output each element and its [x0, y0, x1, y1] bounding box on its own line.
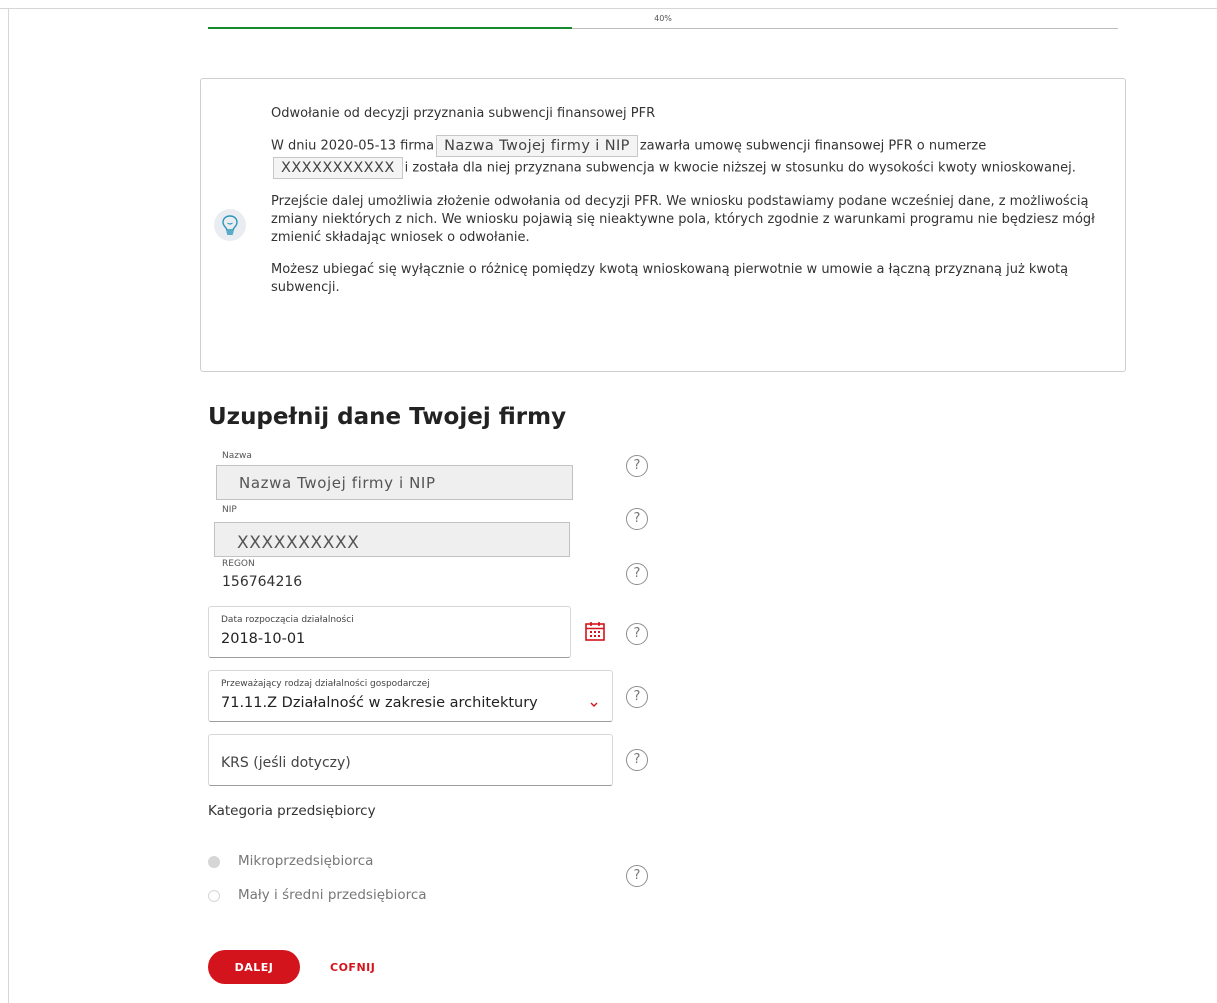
contract-number-chip: XXXXXXXXXXX: [273, 157, 403, 179]
start-date-help-icon[interactable]: ?: [626, 623, 648, 645]
chevron-down-icon[interactable]: [589, 700, 599, 708]
nip-value: XXXXXXXXXX: [237, 533, 360, 553]
start-date-value: 2018-10-01: [221, 631, 306, 647]
radio-micro-label: Mikroprzedsiębiorca: [238, 853, 374, 869]
name-help-icon[interactable]: ?: [626, 455, 648, 477]
info-box: Odwołanie od decyzji przyznania subwencj…: [200, 78, 1126, 372]
info-paragraph-appeal: Przejście dalej umożliwia złożenie odwoł…: [271, 194, 1095, 245]
left-border: [8, 8, 9, 1003]
info-text-contract: zawarła umowę subwencji finansowej PFR o…: [639, 138, 987, 154]
regon-help-icon[interactable]: ?: [626, 563, 648, 585]
lightbulb-icon: [214, 209, 246, 241]
back-button[interactable]: COFNIJ: [320, 950, 385, 984]
progress-bar: 40%: [208, 14, 1118, 36]
section-heading: Uzupełnij dane Twojej firmy: [208, 404, 567, 430]
start-date-label: Data rozpoczącia działalności: [221, 615, 354, 625]
krs-help-icon[interactable]: ?: [626, 749, 648, 771]
activity-value: 71.11.Z Działalność w zakresie architekt…: [221, 695, 538, 711]
next-button[interactable]: DALEJ: [208, 950, 300, 984]
radio-sme-label: Mały i średni przedsiębiorca: [238, 887, 427, 903]
krs-field[interactable]: KRS (jeśli dotyczy): [208, 734, 613, 786]
nip-input: XXXXXXXXXX: [214, 522, 570, 557]
regon-label: REGON: [222, 559, 255, 569]
name-value: Nazwa Twojej firmy i NIP: [239, 474, 436, 492]
progress-fill: [208, 27, 572, 29]
activity-help-icon[interactable]: ?: [626, 686, 648, 708]
info-text-date: W dniu 2020-05-13 firma: [271, 138, 435, 154]
top-border: [0, 8, 1217, 9]
calendar-icon[interactable]: [584, 620, 606, 642]
nip-help-icon[interactable]: ?: [626, 508, 648, 530]
category-label: Kategoria przedsiębiorcy: [208, 803, 376, 819]
nip-label: NIP: [222, 505, 237, 515]
start-date-field[interactable]: Data rozpoczącia działalności 2018-10-01: [208, 606, 571, 658]
info-text-grant: i została dla niej przyznana subwencja w…: [404, 160, 1076, 176]
name-label: Nazwa: [222, 451, 252, 461]
info-title: Odwołanie od decyzji przyznania subwencj…: [271, 106, 656, 121]
activity-label: Przeważający rodzaj działalności gospoda…: [221, 679, 430, 689]
category-help-icon[interactable]: ?: [626, 865, 648, 887]
name-input: Nazwa Twojej firmy i NIP: [216, 465, 573, 500]
info-paragraph-difference: Możesz ubiegać się wyłącznie o różnicę p…: [271, 262, 1069, 295]
radio-micro-dot[interactable]: [208, 856, 220, 868]
progress-label: 40%: [654, 14, 672, 23]
info-text: Odwołanie od decyzji przyznania subwencj…: [271, 105, 1101, 311]
activity-select[interactable]: Przeważający rodzaj działalności gospoda…: [208, 670, 613, 722]
regon-value: 156764216: [222, 574, 303, 590]
info-paragraph-contract: W dniu 2020-05-13 firma Nazwa Twojej firm…: [271, 135, 1101, 179]
company-name-chip: Nazwa Twojej firmy i NIP: [436, 135, 638, 157]
krs-placeholder: KRS (jeśli dotyczy): [221, 755, 351, 771]
radio-sme-dot[interactable]: [208, 890, 220, 902]
